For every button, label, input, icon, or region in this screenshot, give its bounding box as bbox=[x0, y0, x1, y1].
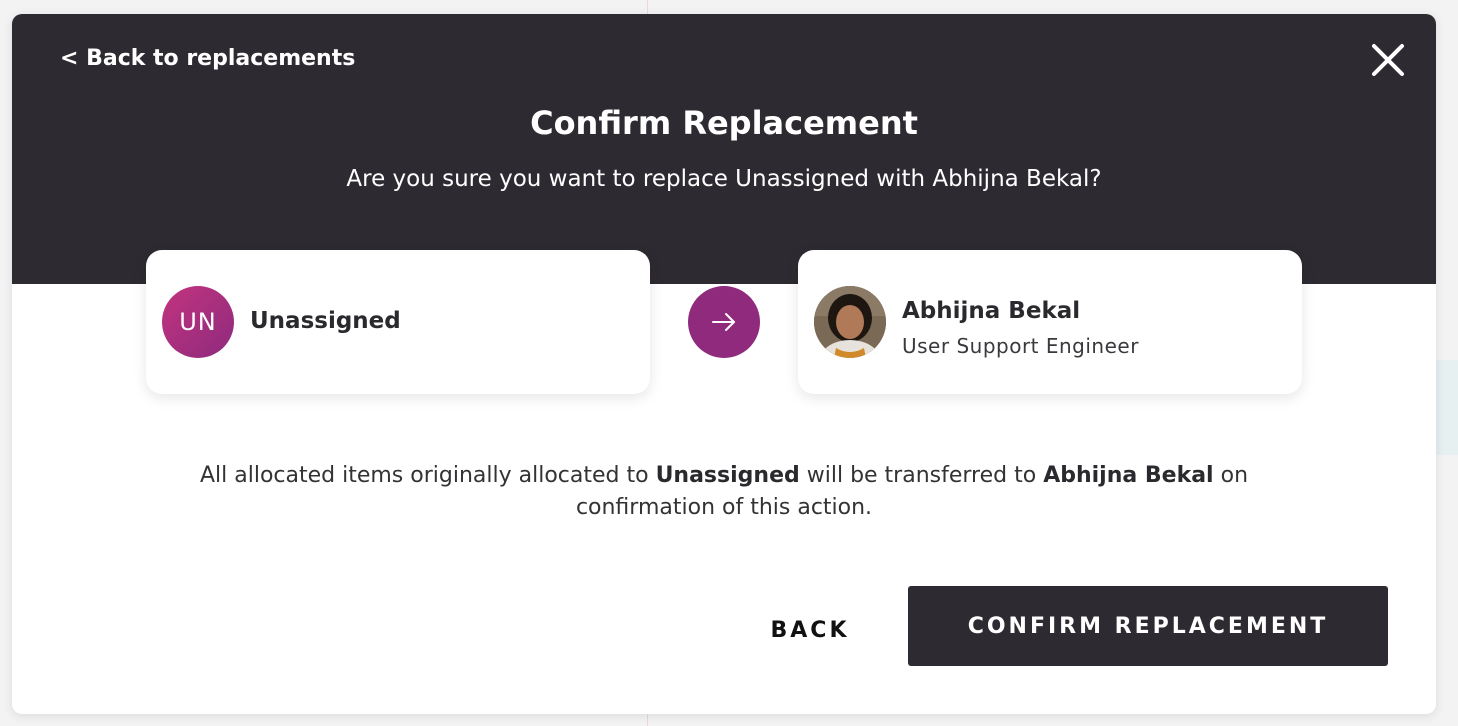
info-to-name: Abhijna Bekal bbox=[1043, 463, 1214, 488]
confirm-replacement-modal: < Back to replacements Confirm Replaceme… bbox=[12, 14, 1436, 714]
to-person-name: Abhijna Bekal bbox=[902, 298, 1081, 324]
close-button[interactable] bbox=[1368, 40, 1408, 80]
modal-title: Confirm Replacement bbox=[530, 104, 918, 142]
arrow-circle bbox=[688, 286, 760, 358]
from-person-name: Unassigned bbox=[250, 308, 401, 334]
back-to-replacements-link[interactable]: < Back to replacements bbox=[60, 46, 355, 71]
transfer-info-text: All allocated items originally allocated… bbox=[162, 460, 1286, 524]
to-person-role: User Support Engineer bbox=[902, 334, 1139, 358]
back-button[interactable]: BACK bbox=[754, 610, 866, 650]
avatar-photo bbox=[814, 286, 886, 358]
arrow-right-icon bbox=[712, 313, 735, 331]
modal-header: < Back to replacements Confirm Replaceme… bbox=[12, 14, 1436, 284]
confirm-replacement-button[interactable]: CONFIRM REPLACEMENT bbox=[908, 586, 1388, 666]
info-from-name: Unassigned bbox=[655, 463, 800, 488]
backdrop-strip bbox=[1434, 360, 1458, 455]
info-middle: will be transferred to bbox=[799, 463, 1044, 488]
info-prefix: All allocated items originally allocated… bbox=[199, 463, 656, 488]
to-person-card: Abhijna Bekal User Support Engineer bbox=[798, 250, 1302, 394]
from-person-card: UN Unassigned bbox=[146, 250, 650, 394]
close-icon bbox=[1372, 44, 1404, 76]
avatar-initials: UN bbox=[162, 286, 234, 358]
modal-subtitle: Are you sure you want to replace Unassig… bbox=[346, 166, 1102, 192]
